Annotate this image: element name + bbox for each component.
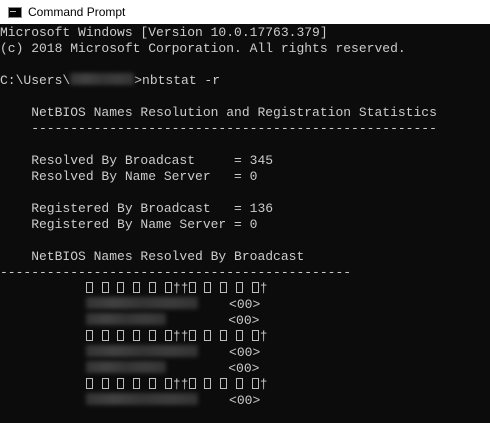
garbled-text: †† [172, 281, 189, 296]
missing-glyph-icon [149, 378, 157, 389]
name-suffix: <00> [228, 313, 260, 328]
missing-glyph-icon [85, 378, 93, 389]
missing-glyph-icon [149, 282, 157, 293]
prompt-prefix: C:\Users\ [0, 73, 71, 88]
missing-glyph-icon [133, 330, 141, 341]
redacted-name [85, 313, 166, 325]
title-bar[interactable]: Command Prompt [0, 0, 490, 24]
missing-glyph-icon [251, 282, 259, 293]
name-suffix: <00> [228, 361, 260, 376]
garbled-name-line: †† † [0, 377, 490, 393]
garbled-text: † [259, 281, 268, 296]
missing-glyph-icon [204, 282, 212, 293]
missing-glyph-icon [164, 378, 172, 389]
redacted-name [85, 361, 166, 373]
missing-glyph-icon [101, 378, 109, 389]
missing-glyph-icon [85, 330, 93, 341]
redacted-username [70, 73, 135, 85]
garbled-text: †† [172, 377, 189, 392]
redacted-name [85, 297, 198, 309]
garbled-text: † [259, 377, 268, 392]
missing-glyph-icon [188, 330, 196, 341]
version-line: Microsoft Windows [Version 10.0.17763.37… [0, 25, 328, 40]
missing-glyph-icon [133, 282, 141, 293]
missing-glyph-icon [164, 330, 172, 341]
missing-glyph-icon [204, 330, 212, 341]
redacted-name [85, 345, 198, 357]
missing-glyph-icon [188, 378, 196, 389]
name-entry-line: <00> [0, 393, 490, 409]
copyright-line: (c) 2018 Microsoft Corporation. All righ… [0, 41, 406, 56]
heading-divider: ----------------------------------------… [0, 121, 437, 136]
name-entry-line: <00> [0, 313, 490, 329]
garbled-text: †† [172, 329, 189, 344]
missing-glyph-icon [164, 282, 172, 293]
resolved-names-divider: ----------------------------------------… [0, 265, 352, 280]
name-suffix: <00> [229, 297, 261, 312]
missing-glyph-icon [251, 330, 259, 341]
name-entry-line: <00> [0, 361, 490, 377]
missing-glyph-icon [220, 282, 228, 293]
resolved-broadcast-line: Resolved By Broadcast = 345 [0, 153, 274, 168]
missing-glyph-icon [101, 330, 109, 341]
command-text: >nbtstat -r [134, 73, 221, 88]
redacted-name [85, 393, 198, 405]
missing-glyph-icon [188, 282, 196, 293]
console-output[interactable]: Microsoft Windows [Version 10.0.17763.37… [0, 24, 490, 423]
window-title: Command Prompt [28, 5, 126, 19]
name-entry-line: <00> [0, 297, 490, 313]
registered-broadcast-line: Registered By Broadcast = 136 [0, 201, 274, 216]
garbled-text: † [259, 329, 268, 344]
missing-glyph-icon [235, 330, 243, 341]
missing-glyph-icon [133, 378, 141, 389]
missing-glyph-icon [204, 378, 212, 389]
command-prompt-window: Command Prompt Microsoft Windows [Versio… [0, 0, 490, 423]
missing-glyph-icon [220, 378, 228, 389]
registered-name-server-line: Registered By Name Server = 0 [0, 217, 258, 232]
resolved-names-heading: NetBIOS Names Resolved By Broadcast [0, 249, 305, 264]
missing-glyph-icon [149, 330, 157, 341]
name-entry-line: <00> [0, 345, 490, 361]
garbled-name-line: †† † [0, 281, 490, 297]
console-icon [8, 6, 22, 18]
missing-glyph-icon [117, 282, 125, 293]
garbled-name-line: †† † [0, 329, 490, 345]
resolved-name-server-line: Resolved By Name Server = 0 [0, 169, 258, 184]
missing-glyph-icon [235, 378, 243, 389]
missing-glyph-icon [101, 282, 109, 293]
missing-glyph-icon [251, 378, 259, 389]
missing-glyph-icon [85, 282, 93, 293]
prompt-line: C:\Users\ >nbtstat -r [0, 73, 490, 89]
missing-glyph-icon [235, 282, 243, 293]
missing-glyph-icon [117, 378, 125, 389]
missing-glyph-icon [220, 330, 228, 341]
name-suffix: <00> [229, 393, 261, 408]
missing-glyph-icon [117, 330, 125, 341]
name-suffix: <00> [229, 345, 261, 360]
statistics-heading: NetBIOS Names Resolution and Registratio… [0, 105, 437, 120]
